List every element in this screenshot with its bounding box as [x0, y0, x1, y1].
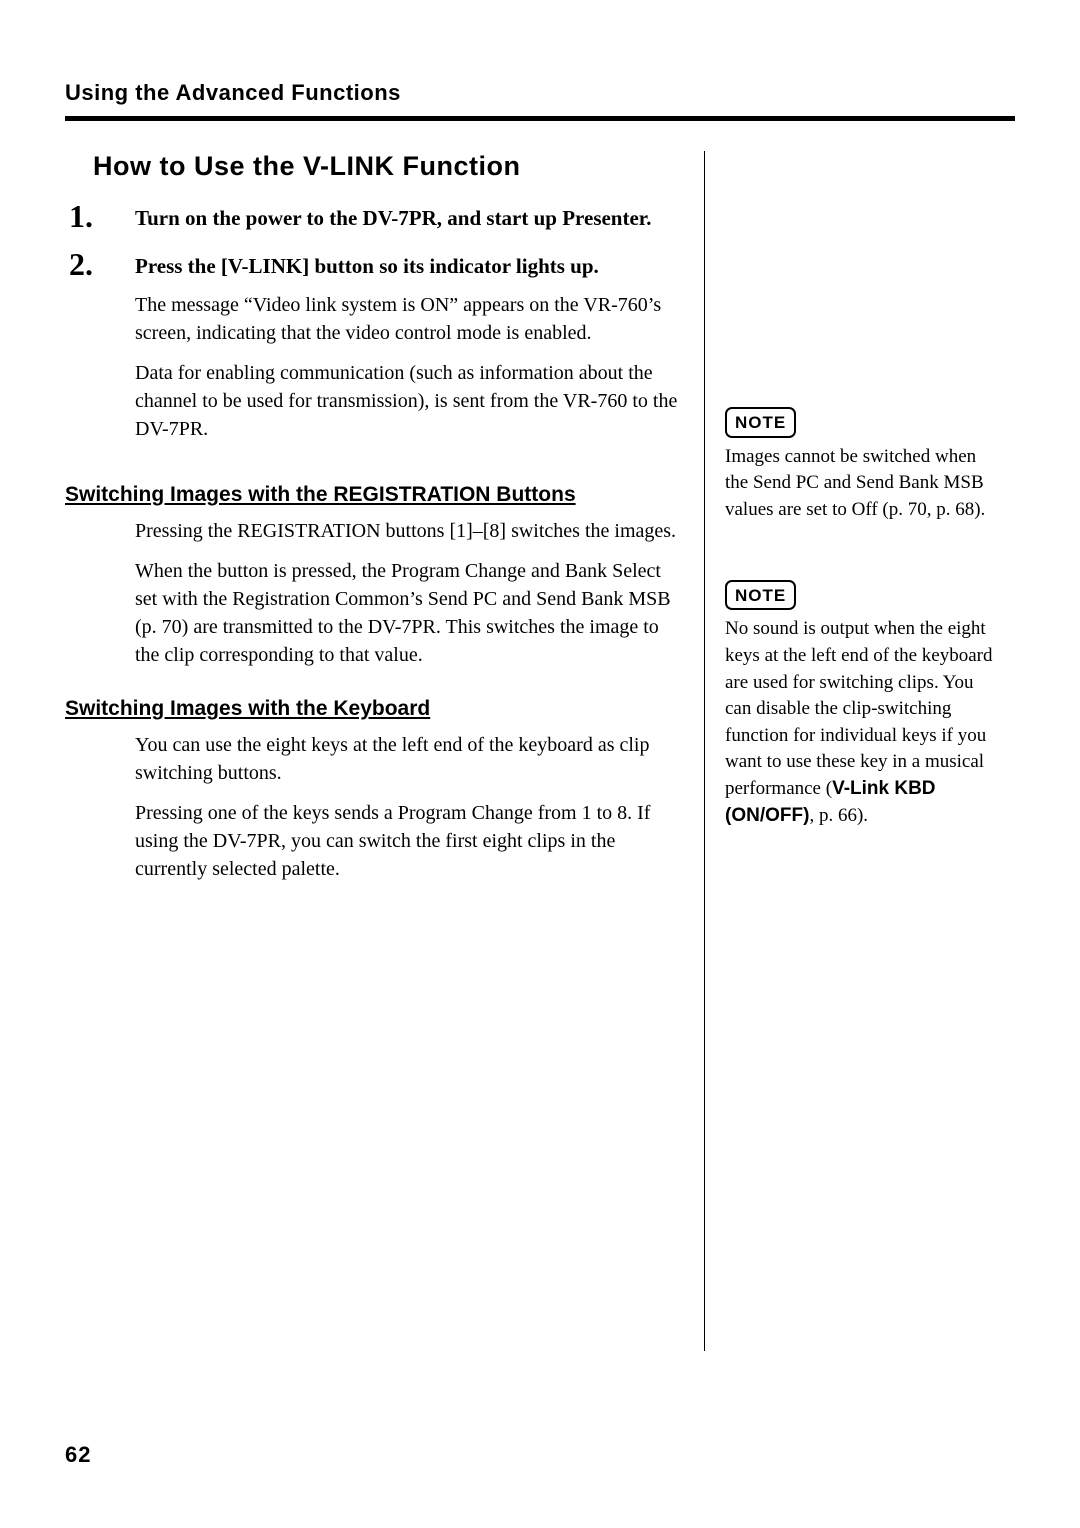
- body-paragraph: Pressing the REGISTRATION buttons [1]–[8…: [135, 517, 684, 545]
- body-paragraph: When the button is pressed, the Program …: [135, 557, 684, 669]
- step-number: 2: [65, 248, 135, 454]
- note-badge: NOTE: [725, 580, 796, 611]
- running-header: Using the Advanced Functions: [65, 80, 1015, 116]
- note-text: Images cannot be switched when the Send …: [725, 444, 995, 524]
- page-number: 62: [65, 1442, 91, 1468]
- step-1: 1 Turn on the power to the DV-7PR, and s…: [65, 200, 684, 242]
- note-block-2: NOTE No sound is output when the eight k…: [725, 580, 995, 830]
- main-column: How to Use the V-LINK Function 1 Turn on…: [65, 151, 705, 1351]
- note-text-part: No sound is output when the eight keys a…: [725, 618, 992, 799]
- note-badge: NOTE: [725, 407, 796, 438]
- step-title: Press the [V-LINK] button so its indicat…: [135, 252, 684, 280]
- subsection-heading: Switching Images with the REGISTRATION B…: [65, 483, 684, 507]
- body-paragraph: The message “Video link system is ON” ap…: [135, 291, 684, 347]
- header-rule: [65, 116, 1015, 121]
- step-title: Turn on the power to the DV-7PR, and sta…: [135, 204, 684, 232]
- body-paragraph: You can use the eight keys at the left e…: [135, 731, 684, 787]
- note-block-1: NOTE Images cannot be switched when the …: [725, 407, 995, 524]
- subsection-heading: Switching Images with the Keyboard: [65, 697, 684, 721]
- body-paragraph: Data for enabling communication (such as…: [135, 359, 684, 443]
- side-column: NOTE Images cannot be switched when the …: [705, 151, 995, 1351]
- section-title: How to Use the V-LINK Function: [93, 151, 684, 182]
- step-number: 1: [65, 200, 135, 242]
- note-text-part: , p. 66).: [809, 805, 868, 826]
- note-text: No sound is output when the eight keys a…: [725, 616, 995, 829]
- step-2: 2 Press the [V-LINK] button so its indic…: [65, 248, 684, 454]
- body-paragraph: Pressing one of the keys sends a Program…: [135, 799, 684, 883]
